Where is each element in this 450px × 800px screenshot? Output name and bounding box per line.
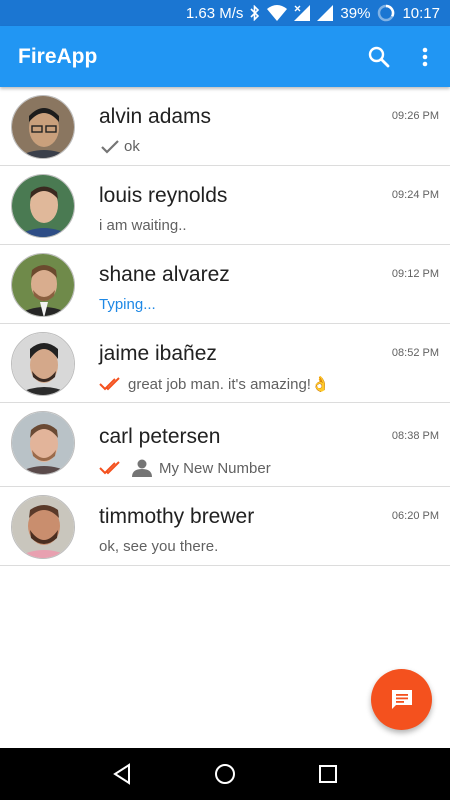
recents-icon[interactable] (308, 754, 348, 794)
bluetooth-icon (250, 5, 260, 21)
message-time: 08:52 PM (391, 347, 439, 359)
avatar[interactable] (11, 332, 75, 396)
last-message-text: My New Number (159, 459, 271, 477)
contact-name: alvin adams (99, 105, 212, 128)
last-message-text: great job man. it's amazing!👌 (128, 376, 330, 393)
chat-list: alvin adams 09:26 PM ok louis reynolds 0… (0, 87, 450, 566)
message-icon (391, 689, 412, 709)
chat-row[interactable]: louis reynolds 09:24 PM i am waiting.. (0, 166, 450, 245)
app-title: FireApp (18, 44, 98, 68)
more-vert-icon[interactable] (402, 34, 448, 80)
single-check-icon (101, 139, 119, 154)
chat-row[interactable]: alvin adams 09:26 PM ok (0, 87, 450, 166)
battery-percentage: 39% (340, 4, 371, 22)
chat-row[interactable]: carl petersen 08:38 PM My New Number (0, 403, 450, 487)
double-check-icon (99, 461, 120, 475)
message-time: 09:24 PM (391, 189, 439, 201)
last-message: i am waiting.. (99, 217, 187, 234)
chat-row[interactable]: timmothy brewer 06:20 PM ok, see you the… (0, 487, 450, 566)
app-bar: FireApp (0, 26, 450, 87)
contact-name: carl petersen (99, 425, 221, 448)
double-check-icon (99, 377, 120, 391)
typing-indicator: Typing... (99, 296, 156, 313)
signal-icon (317, 5, 334, 21)
last-message-text: Typing... (99, 296, 156, 313)
message-time: 08:38 PM (391, 430, 439, 442)
status-bar: 1.63 M/s 39% 10:17 (0, 0, 450, 26)
last-message-text: ok, see you there. (99, 538, 219, 555)
last-message: great job man. it's amazing!👌 (99, 375, 330, 393)
avatar[interactable] (11, 174, 75, 238)
message-time: 09:26 PM (391, 110, 439, 122)
contact-name: louis reynolds (99, 184, 228, 207)
avatar[interactable] (11, 495, 75, 559)
battery-icon (377, 4, 395, 22)
avatar[interactable] (11, 411, 75, 475)
network-speed: 1.63 M/s (185, 4, 244, 22)
last-message: ok (99, 138, 140, 155)
clock: 10:17 (402, 4, 440, 22)
contact-icon (132, 459, 152, 477)
new-message-button[interactable] (371, 669, 432, 730)
avatar[interactable] (11, 253, 75, 317)
message-time: 09:12 PM (391, 268, 439, 280)
chat-row[interactable]: shane alvarez 09:12 PM Typing... (0, 245, 450, 324)
last-message: ok, see you there. (99, 538, 218, 555)
home-icon[interactable] (205, 754, 245, 794)
contact-name: shane alvarez (99, 263, 230, 286)
wifi-icon (267, 5, 288, 21)
avatar[interactable] (11, 95, 75, 159)
last-message: My New Number (99, 459, 271, 477)
back-icon[interactable] (102, 754, 142, 794)
last-message-text: ok (124, 138, 140, 155)
message-time: 06:20 PM (391, 510, 439, 522)
search-icon[interactable] (356, 34, 402, 80)
last-message-text: i am waiting.. (99, 217, 187, 234)
signal-icon (294, 5, 311, 21)
system-nav-bar (0, 748, 450, 800)
contact-name: jaime ibañez (99, 342, 217, 365)
contact-name: timmothy brewer (99, 505, 255, 528)
chat-row[interactable]: jaime ibañez 08:52 PM great job man. it'… (0, 324, 450, 403)
